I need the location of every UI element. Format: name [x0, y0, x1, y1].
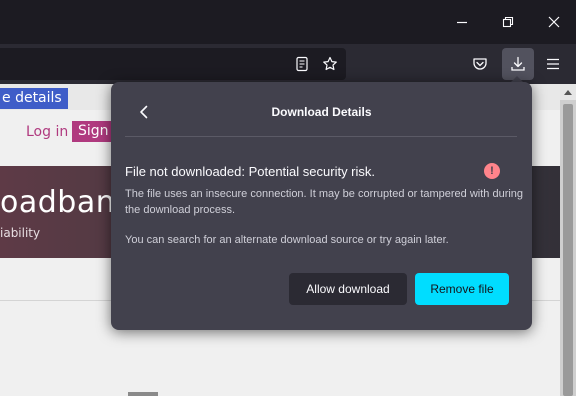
title-bar [0, 0, 576, 44]
restore-icon [502, 16, 514, 28]
warning-icon: ! [484, 163, 500, 179]
download-details-panel: Download Details File not downloaded: Po… [111, 82, 532, 330]
remove-file-button[interactable]: Remove file [415, 273, 509, 305]
panel-separator [125, 136, 517, 137]
menu-icon [547, 58, 559, 70]
allow-download-button[interactable]: Allow download [289, 273, 407, 305]
reader-view-button[interactable] [288, 50, 316, 78]
scroll-up-button[interactable] [560, 84, 576, 100]
scroll-thumb[interactable] [563, 104, 573, 396]
nav-toolbar [0, 44, 576, 84]
pocket-icon [473, 58, 487, 70]
close-button[interactable] [540, 8, 568, 36]
bookmark-star-button[interactable] [316, 50, 344, 78]
horizontal-scroll-thumb[interactable] [128, 392, 158, 396]
restore-button[interactable] [494, 8, 522, 36]
login-link[interactable]: Log in [26, 124, 68, 140]
minimize-icon [457, 21, 467, 24]
warning-description: The file uses an insecure connection. It… [125, 188, 524, 216]
warning-hint: You can search for an alternate download… [125, 234, 449, 246]
scroll-up-icon [564, 90, 572, 95]
warning-title: File not downloaded: Potential security … [125, 164, 376, 179]
minimize-button[interactable] [448, 8, 476, 36]
menu-button[interactable] [539, 50, 567, 78]
pocket-button[interactable] [466, 50, 494, 78]
details-link[interactable]: e details [0, 88, 68, 109]
hero-subtitle: iability [0, 226, 41, 240]
panel-title: Download Details [271, 105, 372, 119]
bookmark-star-icon [323, 56, 337, 71]
downloads-icon [511, 56, 525, 71]
close-icon [548, 16, 560, 28]
reader-view-icon [296, 56, 308, 72]
